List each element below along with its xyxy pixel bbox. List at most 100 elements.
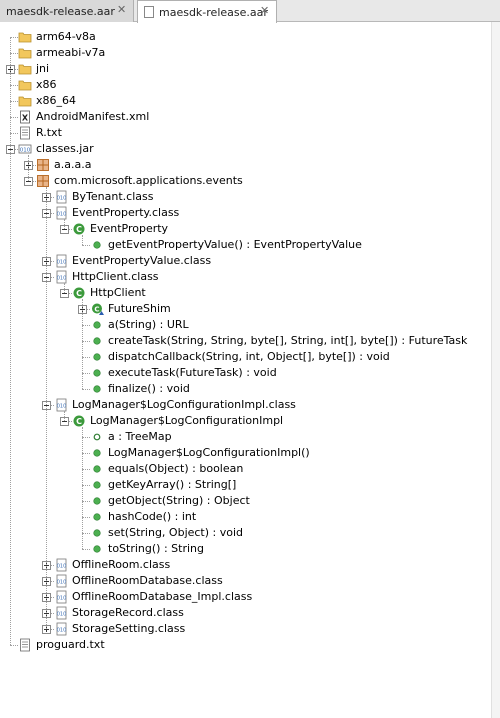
class-file-icon: 010 <box>54 622 68 636</box>
class-file-icon: 010 <box>54 574 68 588</box>
tree-node[interactable]: X AndroidManifest.xml <box>0 109 492 125</box>
method-icon <box>90 350 104 364</box>
tree-node[interactable]: jni <box>0 61 492 77</box>
tree-node-label: LogManager$LogConfigurationImpl.class <box>72 398 296 411</box>
tree-node-label: StorageRecord.class <box>72 606 184 619</box>
tree-node-label: HttpClient.class <box>72 270 159 283</box>
close-icon[interactable]: ✕ <box>260 5 270 16</box>
tree-guide-line <box>28 155 29 181</box>
svg-text:010: 010 <box>57 260 67 266</box>
tree-node[interactable]: a : TreeMap <box>0 429 492 445</box>
close-icon[interactable]: ✕ <box>117 4 127 15</box>
tree-node[interactable]: R.txt <box>0 125 492 141</box>
vertical-scrollbar[interactable] <box>491 22 500 718</box>
tree-node-label: LogManager$LogConfigurationImpl() <box>108 446 310 459</box>
tree-connector <box>82 469 90 470</box>
tree-connector <box>82 245 90 246</box>
inner-class-icon: C <box>90 302 104 316</box>
tree-node[interactable]: C HttpClient <box>0 285 492 301</box>
tree-node[interactable]: 010 HttpClient.class <box>0 269 492 285</box>
tree-node[interactable]: proguard.txt <box>0 637 492 653</box>
tree-node[interactable]: C FutureShim <box>0 301 492 317</box>
tree-guide-line <box>10 37 11 645</box>
tree-node-label: OfflineRoomDatabase_Impl.class <box>72 590 253 603</box>
svg-text:010: 010 <box>57 196 67 202</box>
class-icon: C <box>72 222 86 236</box>
tree-node[interactable]: toString() : String <box>0 541 492 557</box>
tree-node[interactable]: hashCode() : int <box>0 509 492 525</box>
tree-node-label: EventProperty <box>90 222 169 235</box>
package-icon <box>36 158 50 172</box>
tree-guide-line <box>82 299 83 389</box>
tab-label: maesdk-release.aar <box>159 5 268 19</box>
tree-node[interactable]: dispatchCallback(String, int, Object[], … <box>0 349 492 365</box>
tree-connector <box>82 533 90 534</box>
tree-node[interactable]: 010 OfflineRoom.class <box>0 557 492 573</box>
tree-node[interactable]: getKeyArray() : String[] <box>0 477 492 493</box>
svg-text:010: 010 <box>20 148 31 154</box>
tree-node-label: dispatchCallback(String, int, Object[], … <box>108 350 390 363</box>
svg-text:C: C <box>94 305 99 313</box>
xml-file-icon: X <box>18 110 32 124</box>
tree-node[interactable]: a.a.a.a <box>0 157 492 173</box>
tree-node[interactable]: equals(Object) : boolean <box>0 461 492 477</box>
tree-node[interactable]: 010 StorageSetting.class <box>0 621 492 637</box>
tree-node-label: getObject(String) : Object <box>108 494 250 507</box>
tree-node[interactable]: getEventPropertyValue() : EventPropertyV… <box>0 237 492 253</box>
tab-maesdk-release-2[interactable]: maesdk-release.aar ✕ <box>137 0 277 23</box>
tab-label: maesdk-release.aar <box>6 4 115 18</box>
tree-node[interactable]: 010 OfflineRoomDatabase.class <box>0 573 492 589</box>
tree-node[interactable]: 010 EventProperty.class <box>0 205 492 221</box>
tree-connector <box>82 517 90 518</box>
tree-node[interactable]: armeabi-v7a <box>0 45 492 61</box>
tree-node-label: getEventPropertyValue() : EventPropertyV… <box>108 238 362 251</box>
tree-node[interactable]: 010 StorageRecord.class <box>0 605 492 621</box>
package-icon <box>36 174 50 188</box>
tree-node[interactable]: finalize() : void <box>0 381 492 397</box>
tree-node[interactable]: com.microsoft.applications.events <box>0 173 492 189</box>
tree-node[interactable]: C EventProperty <box>0 221 492 237</box>
tree-node[interactable]: a(String) : URL <box>0 317 492 333</box>
svg-text:C: C <box>76 289 82 298</box>
tree-node-label: StorageSetting.class <box>72 622 186 635</box>
tree-node-label: x86 <box>36 78 57 91</box>
tree-node[interactable]: 010 ByTenant.class <box>0 189 492 205</box>
tree-node[interactable]: set(String, Object) : void <box>0 525 492 541</box>
tree-guide-line <box>64 283 65 293</box>
tree-node[interactable]: arm64-v8a <box>0 29 492 45</box>
tree-node[interactable]: createTask(String, String, byte[], Strin… <box>0 333 492 349</box>
tree-node[interactable]: 010 classes.jar <box>0 141 492 157</box>
svg-text:010: 010 <box>57 612 67 618</box>
class-file-icon: 010 <box>54 606 68 620</box>
tree-connector <box>82 373 90 374</box>
svg-text:010: 010 <box>57 596 67 602</box>
editor-tab-bar: maesdk-release.aar ✕ maesdk-release.aar … <box>0 0 500 23</box>
tree-node-label: FutureShim <box>108 302 171 315</box>
tree-node[interactable]: x86_64 <box>0 93 492 109</box>
method-icon <box>90 510 104 524</box>
tree-node-label: arm64-v8a <box>36 30 96 43</box>
tree-node-label: a(String) : URL <box>108 318 189 331</box>
tree-node[interactable]: getObject(String) : Object <box>0 493 492 509</box>
svg-text:C: C <box>76 225 82 234</box>
tree-node[interactable]: x86 <box>0 77 492 93</box>
tab-maesdk-release-1[interactable]: maesdk-release.aar ✕ <box>0 0 134 22</box>
method-icon <box>90 494 104 508</box>
tree-node[interactable]: LogManager$LogConfigurationImpl() <box>0 445 492 461</box>
tree-node-label: EventProperty.class <box>72 206 180 219</box>
folder-icon <box>18 46 32 60</box>
class-file-icon: 010 <box>54 270 68 284</box>
folder-icon <box>18 94 32 108</box>
method-icon <box>90 238 104 252</box>
archive-tree: arm64-v8a armeabi-v7a jni x86 x86_64 X Android… <box>0 22 492 718</box>
tree-node[interactable]: 010 EventPropertyValue.class <box>0 253 492 269</box>
tree-node[interactable]: 010 OfflineRoomDatabase_Impl.class <box>0 589 492 605</box>
tree-node[interactable]: C LogManager$LogConfigurationImpl <box>0 413 492 429</box>
tree-node[interactable]: executeTask(FutureTask) : void <box>0 365 492 381</box>
tree-connector <box>82 325 90 326</box>
tree-node-label: a.a.a.a <box>54 158 92 171</box>
svg-text:010: 010 <box>57 564 67 570</box>
tree-connector <box>10 117 18 118</box>
tree-node-label: x86_64 <box>36 94 77 107</box>
tree-node[interactable]: 010 LogManager$LogConfigurationImpl.class <box>0 397 492 413</box>
